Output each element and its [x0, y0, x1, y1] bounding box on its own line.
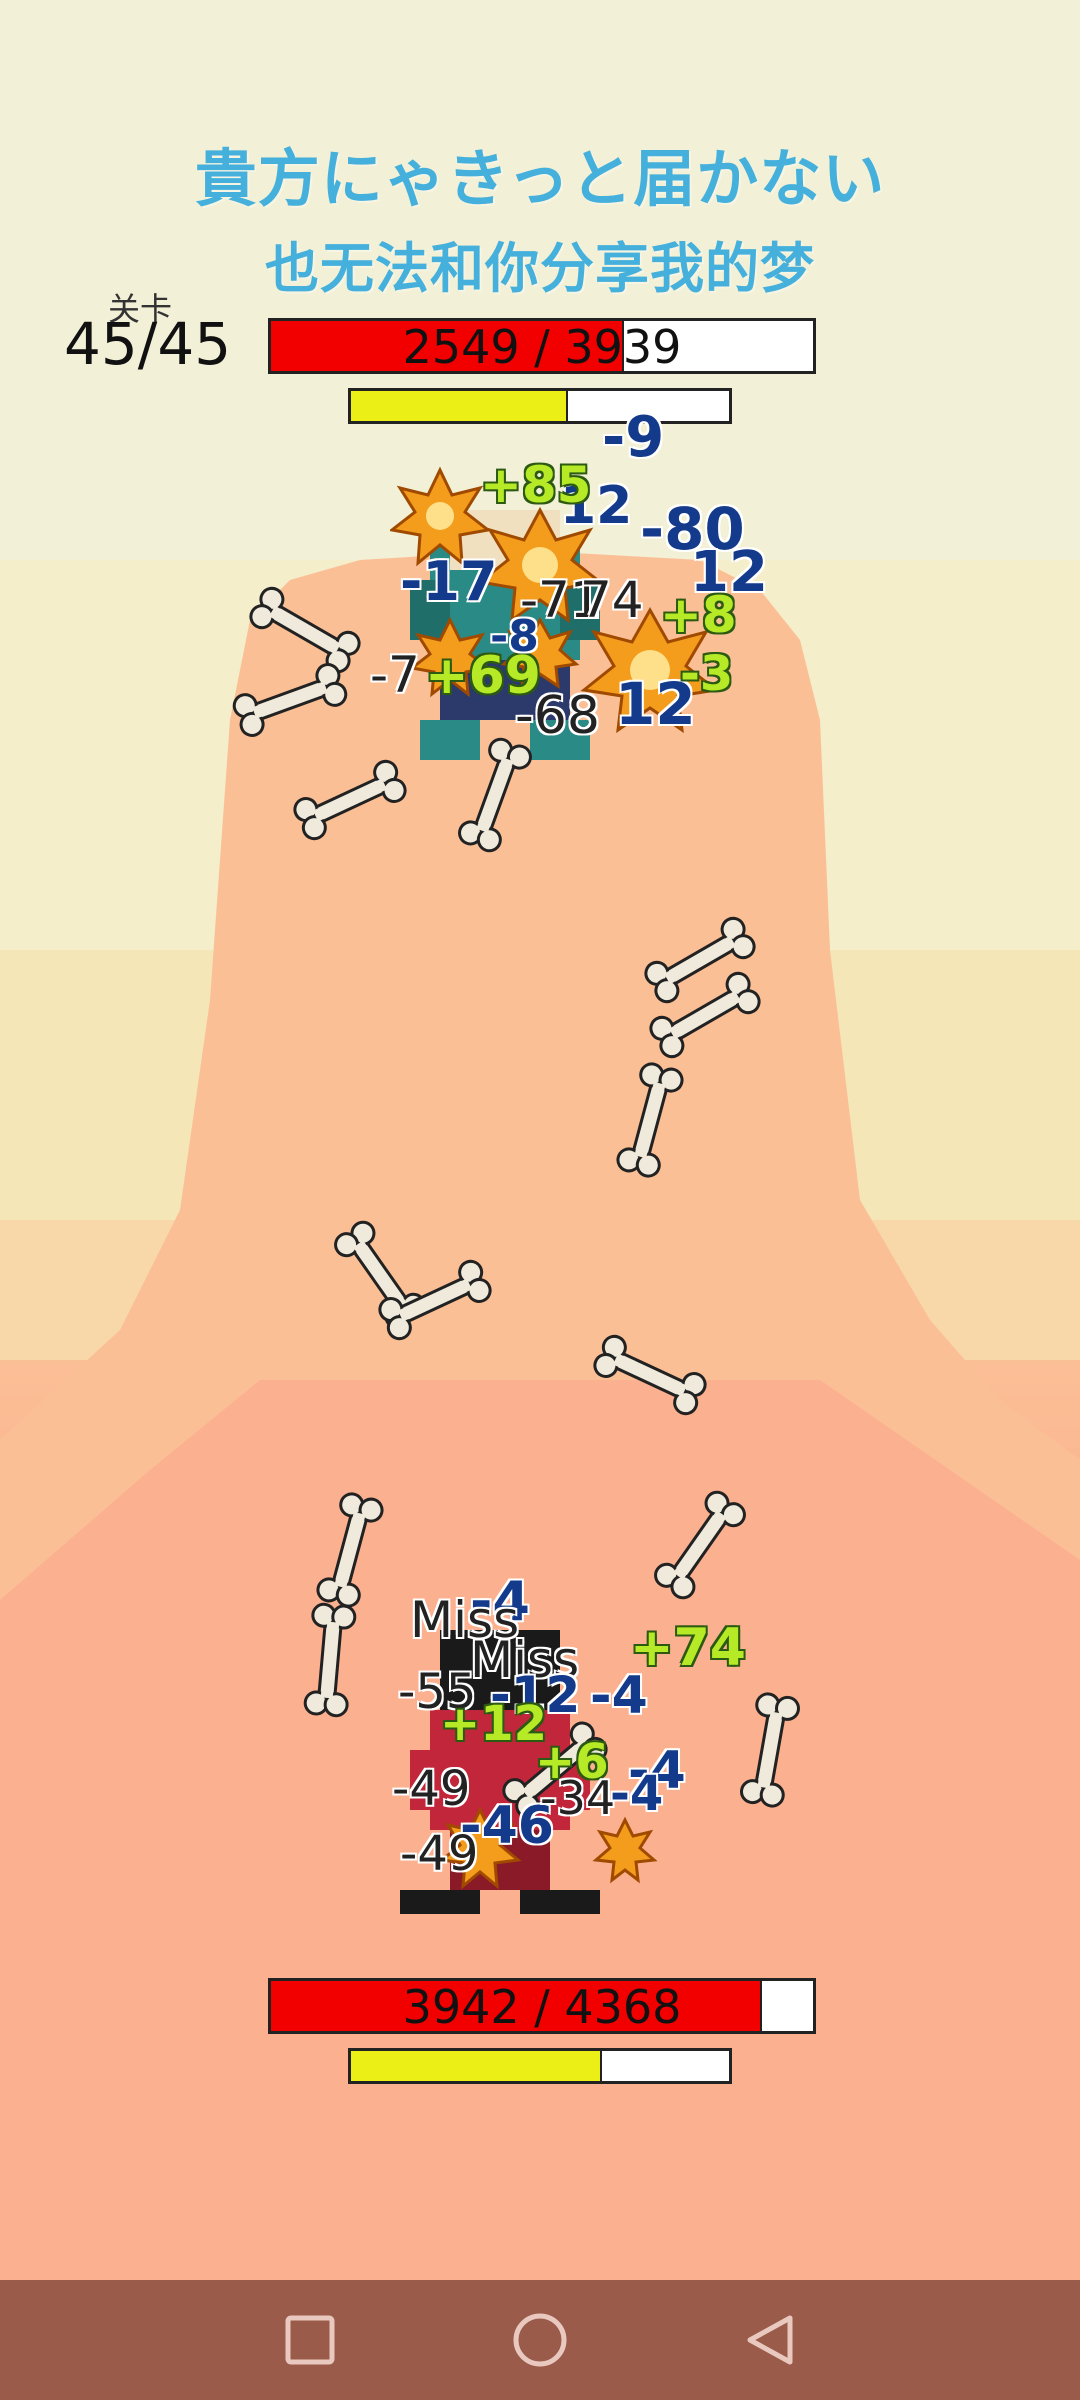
bone-icon: [616, 1062, 684, 1178]
bone-icon: [378, 1259, 492, 1341]
bone-icon: [593, 1334, 707, 1416]
player-damage-number: -4: [590, 1666, 648, 1726]
enemy-damage-number: -9: [602, 405, 665, 470]
enemy-damage-number: -3: [680, 646, 734, 702]
player-damage-number: -49: [400, 1826, 479, 1882]
enemy-damage-number: 74: [580, 571, 644, 629]
bone-icon: [249, 586, 361, 674]
player-energy-bar: [348, 2048, 732, 2084]
bone-icon: [232, 663, 348, 737]
game-stage: 貴方にゃきっと届かない 也无法和你分享我的梦 关卡 45/45 2549 / 3…: [0, 0, 1080, 2280]
android-nav-bar: [0, 2280, 1080, 2400]
enemy-damage-number: +8: [660, 586, 737, 644]
enemy-damage-number: -68: [515, 686, 600, 746]
enemy-damage-number: -8: [490, 611, 539, 662]
player-hp-text: 3942 / 4368: [402, 1980, 682, 2034]
player-energy-fill: [351, 2051, 603, 2081]
bone-icon: [458, 737, 532, 853]
player-damage-number: -4: [610, 1766, 664, 1822]
bone-icon: [740, 1692, 800, 1808]
square-icon[interactable]: [274, 2304, 346, 2376]
bone-projectiles: [232, 586, 800, 1819]
bone-icon: [654, 1490, 746, 1600]
enemy-damage-number: +85: [480, 456, 592, 514]
bone-icon: [293, 759, 407, 841]
bone-icon: [303, 1602, 357, 1718]
player-damage-number: -34: [540, 1771, 616, 1825]
enemy-damage-number: -17: [400, 550, 498, 613]
circle-icon[interactable]: [504, 2304, 576, 2376]
triangle-back-icon[interactable]: [734, 2304, 806, 2376]
player-damage-number: +12: [440, 1696, 548, 1752]
player-damage-number: -49: [392, 1761, 471, 1817]
player-hp-bar: 3942 / 4368: [268, 1978, 816, 2034]
bone-icon: [316, 1492, 384, 1608]
enemy-damage-number: -7: [370, 646, 420, 704]
